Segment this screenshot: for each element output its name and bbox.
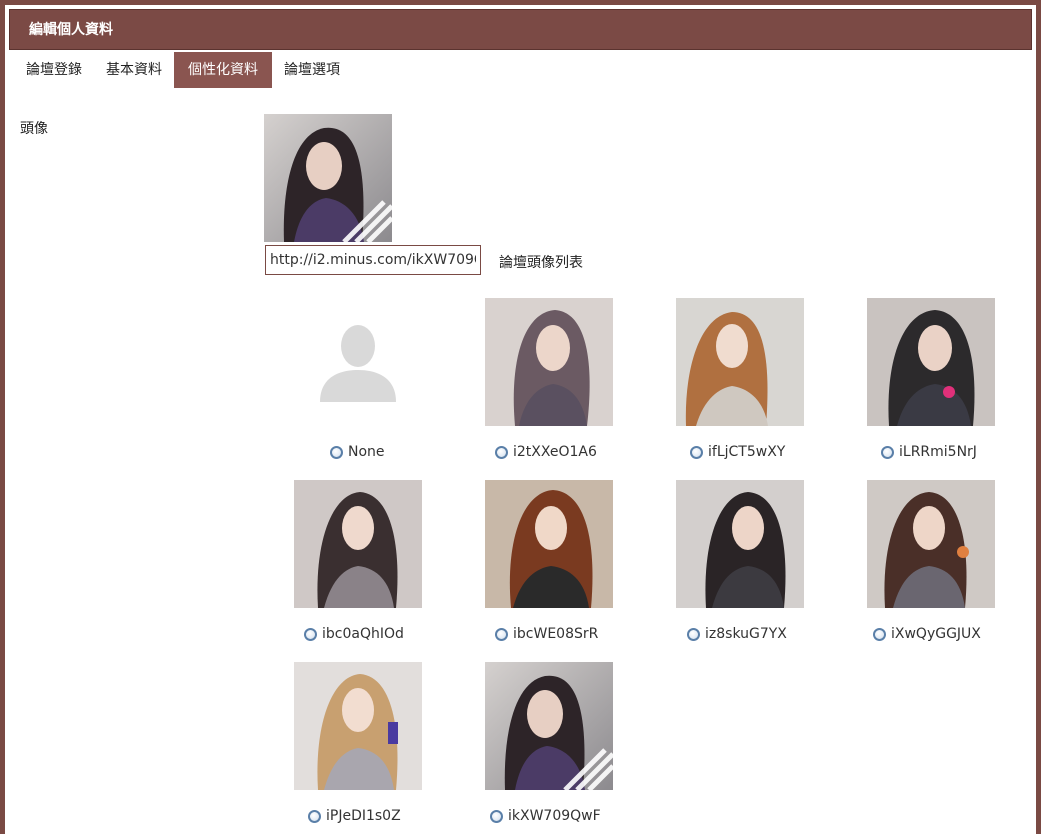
avatar-option: ibcWE08SrR <box>495 626 598 642</box>
avatar-radio[interactable] <box>495 627 508 641</box>
tab-personalization[interactable]: 個性化資料 <box>174 52 272 88</box>
avatar-portrait-icon <box>676 480 804 608</box>
avatar-option: i2tXXeO1A6 <box>495 444 597 460</box>
avatar-field-label: 頭像 <box>20 121 48 137</box>
avatar-option-label: ibcWE08SrR <box>513 626 599 642</box>
avatar-url-input[interactable] <box>265 245 481 275</box>
avatar-thumb[interactable] <box>676 298 804 426</box>
avatar-option-label: ibc0aQhIOd <box>322 626 404 642</box>
avatar-option-label: None <box>348 444 385 460</box>
avatar-option: ikXW709QwF <box>490 808 601 824</box>
avatar-option-label: iPJeDI1s0Z <box>326 808 401 824</box>
avatar-option: iXwQyGGJUX <box>873 626 981 642</box>
avatar-radio[interactable] <box>308 809 321 823</box>
panel-header: 編輯個人資料 <box>9 9 1032 50</box>
current-avatar-image <box>264 114 392 242</box>
avatar-thumb[interactable] <box>485 480 613 608</box>
avatar-portrait-icon <box>294 480 422 608</box>
avatar-portrait-icon <box>485 298 613 426</box>
avatar-portrait-icon <box>294 662 422 790</box>
tab-bar: 論壇登錄 基本資料 個性化資料 論壇選項 <box>14 52 352 88</box>
avatar-option-label: i2tXXeO1A6 <box>513 444 597 460</box>
avatar-thumb[interactable] <box>676 480 804 608</box>
avatar-radio[interactable] <box>873 627 886 641</box>
default-user-icon <box>294 298 422 426</box>
avatar-thumb[interactable] <box>867 298 995 426</box>
avatar-list-link[interactable]: 論壇頭像列表 <box>499 252 583 272</box>
tab-forum-options[interactable]: 論壇選項 <box>272 52 352 88</box>
avatar-option-label: ikXW709QwF <box>508 808 601 824</box>
avatar-radio[interactable] <box>690 445 703 459</box>
avatar-thumb[interactable] <box>867 480 995 608</box>
avatar-portrait-icon <box>676 298 804 426</box>
avatar-portrait-icon <box>485 480 613 608</box>
avatar-thumb[interactable] <box>294 480 422 608</box>
avatar-radio[interactable] <box>881 445 894 459</box>
avatar-radio[interactable] <box>490 809 503 823</box>
avatar-option: None <box>330 444 385 460</box>
avatar-portrait-icon <box>867 480 995 608</box>
avatar-option: iPJeDI1s0Z <box>308 808 401 824</box>
avatar-thumb[interactable] <box>294 662 422 790</box>
avatar-option-label: iz8skuG7YX <box>705 626 787 642</box>
tab-basic-info[interactable]: 基本資料 <box>94 52 174 88</box>
avatar-option-label: iXwQyGGJUX <box>891 626 981 642</box>
avatar-radio[interactable] <box>304 627 317 641</box>
avatar-portrait-icon <box>867 298 995 426</box>
avatar-option: ibc0aQhIOd <box>304 626 404 642</box>
avatar-thumb[interactable] <box>485 662 613 790</box>
avatar-option: ifLjCT5wXY <box>690 444 785 460</box>
page-title: 編輯個人資料 <box>29 22 113 38</box>
avatar-portrait-icon <box>485 662 613 790</box>
avatar-option: iLRRmi5NrJ <box>881 444 977 460</box>
avatar-radio[interactable] <box>687 627 700 641</box>
avatar-option-label: ifLjCT5wXY <box>708 444 786 460</box>
avatar-option-label: iLRRmi5NrJ <box>899 444 977 460</box>
avatar-radio[interactable] <box>495 445 508 459</box>
tab-forum-login[interactable]: 論壇登錄 <box>14 52 94 88</box>
avatar-radio[interactable] <box>330 445 343 459</box>
avatar-portrait-icon <box>264 114 392 242</box>
avatar-thumb[interactable] <box>485 298 613 426</box>
avatar-thumb-none[interactable] <box>294 298 422 426</box>
avatar-option: iz8skuG7YX <box>687 626 787 642</box>
